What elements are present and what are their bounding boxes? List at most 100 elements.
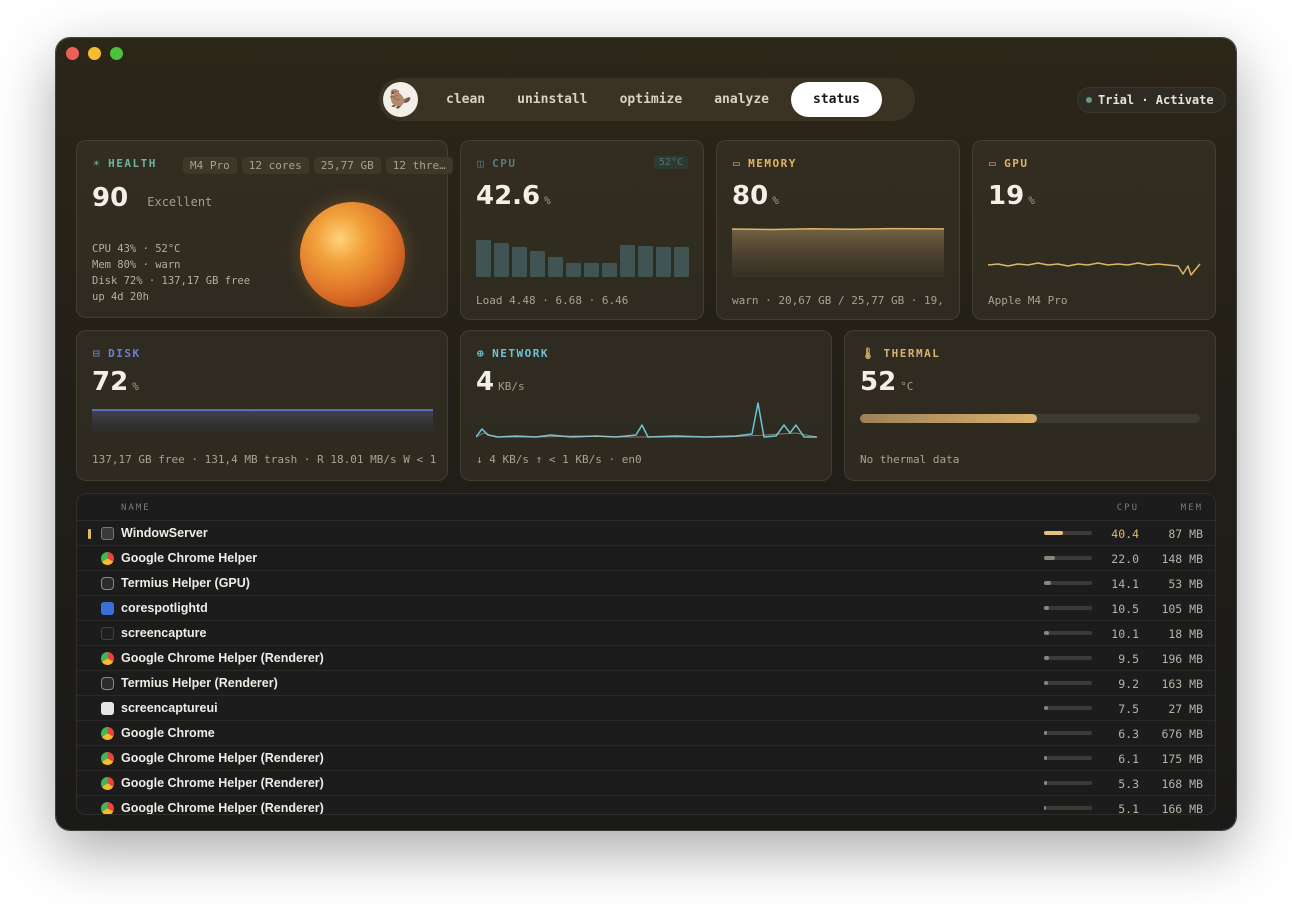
disk-chart — [92, 409, 433, 433]
process-cpu: 5.3 — [1118, 777, 1139, 791]
cpu-history-bar — [656, 247, 671, 277]
thermal-value: 52 — [860, 367, 897, 397]
process-name: Google Chrome Helper (Renderer) — [121, 651, 324, 665]
gpu-chart — [988, 262, 1201, 276]
table-row[interactable]: WindowServer 40.4 87 MB — [77, 521, 1215, 546]
gpu-unit: % — [1028, 194, 1035, 207]
table-row[interactable]: screencaptureui 7.5 27 MB — [77, 696, 1215, 721]
cpu-history-bar — [512, 247, 527, 277]
process-mem: 105 MB — [1161, 602, 1203, 616]
table-row[interactable]: Google Chrome Helper 22.0 148 MB — [77, 546, 1215, 571]
network-chart — [476, 402, 817, 438]
blank-icon — [101, 702, 114, 715]
health-lines: CPU 43% · 52°C Mem 80% · warn Disk 72% ·… — [92, 241, 250, 305]
cpu-temp-badge: 52°C — [653, 156, 688, 169]
cpu-unit: % — [544, 194, 551, 207]
cpu-usage-bar — [1044, 656, 1092, 660]
process-mem: 166 MB — [1161, 802, 1203, 815]
gpu-footer: Apple M4 Pro — [988, 294, 1068, 307]
memory-icon: ▭ — [733, 157, 742, 170]
health-line-cpu: CPU 43% · 52°C — [92, 243, 181, 255]
table-row[interactable]: Google Chrome Helper (Renderer) 9.5 196 MB — [77, 646, 1215, 671]
termius-icon — [101, 577, 114, 590]
health-line-uptime: up 4d 20h — [92, 291, 149, 303]
process-table: NAME CPU MEM WindowServer 40.4 87 MB Google… — [76, 493, 1216, 815]
health-card: ☀ HEALTH M4 Pro 12 cores 25,77 GB 12 thr… — [76, 140, 453, 318]
cpu-usage-fill — [1044, 656, 1049, 660]
column-cpu[interactable]: CPU — [1117, 503, 1139, 513]
nav-optimize[interactable]: optimize — [604, 82, 699, 117]
table-row[interactable]: Google Chrome Helper (Renderer) 5.1 166 MB — [77, 796, 1215, 815]
process-cpu: 6.1 — [1118, 752, 1139, 766]
thermal-title: THERMAL — [883, 347, 941, 360]
health-line-disk: Disk 72% · 137,17 GB free — [92, 275, 251, 287]
cpu-history-bar — [674, 247, 689, 277]
column-mem[interactable]: MEM — [1181, 503, 1203, 513]
cpu-history-bar — [494, 243, 509, 277]
process-name: Termius Helper (Renderer) — [121, 676, 278, 690]
app-logo-icon[interactable]: 🦫 — [383, 82, 418, 117]
terminal-icon — [101, 627, 114, 640]
cpu-history-bar — [584, 263, 599, 277]
table-row[interactable]: Google Chrome 6.3 676 MB — [77, 721, 1215, 746]
health-score-label: Excellent — [147, 195, 213, 209]
cpu-value: 42.6 — [476, 181, 541, 211]
disk-unit: % — [132, 380, 139, 393]
nav-uninstall[interactable]: uninstall — [501, 82, 603, 117]
nav-status[interactable]: status — [791, 82, 882, 117]
table-row[interactable]: screencapture 10.1 18 MB — [77, 621, 1215, 646]
process-cpu: 6.3 — [1118, 727, 1139, 741]
thermal-unit: °C — [900, 380, 914, 393]
column-name[interactable]: NAME — [121, 503, 151, 513]
table-row[interactable]: Google Chrome Helper (Renderer) 6.1 175 MB — [77, 746, 1215, 771]
cpu-history-bars — [476, 237, 689, 277]
memory-unit: % — [772, 194, 779, 207]
disk-card: ⊟ DISK 72% 137,17 GB free · 131,4 MB tra… — [76, 330, 448, 481]
health-line-mem: Mem 80% · warn — [92, 259, 181, 271]
process-name: Google Chrome Helper (Renderer) — [121, 801, 324, 815]
process-cpu: 14.1 — [1111, 577, 1139, 591]
process-mem: 18 MB — [1168, 627, 1203, 641]
minimize-window-button[interactable] — [88, 47, 101, 60]
cpu-history-bar — [602, 263, 617, 277]
cpu-usage-bar — [1044, 556, 1092, 560]
nav-clean[interactable]: clean — [430, 82, 501, 117]
table-row[interactable]: Google Chrome Helper (Renderer) 5.3 168 MB — [77, 771, 1215, 796]
memory-footer: warn · 20,67 GB / 25,77 GB · 19,6… — [732, 294, 944, 307]
process-mem: 168 MB — [1161, 777, 1203, 791]
trial-activate-button[interactable]: Trial · Activate — [1077, 87, 1226, 113]
table-row[interactable]: Termius Helper (GPU) 14.1 53 MB — [77, 571, 1215, 596]
chrome-icon — [101, 777, 114, 790]
process-name: Google Chrome Helper — [121, 551, 258, 565]
network-value: 4 — [476, 367, 495, 397]
cpu-usage-fill — [1044, 706, 1048, 710]
cpu-usage-fill — [1044, 756, 1047, 760]
chrome-icon — [101, 727, 114, 740]
memory-chart — [732, 227, 944, 277]
process-mem: 676 MB — [1161, 727, 1203, 741]
process-cpu: 22.0 — [1111, 552, 1139, 566]
process-mem: 175 MB — [1161, 752, 1203, 766]
close-window-button[interactable] — [66, 47, 79, 60]
network-card: ⊕ NETWORK 4 KB/s ↓ 4 KB/s ↑ < 1 KB/s · en… — [460, 330, 832, 481]
cpu-usage-bar — [1044, 631, 1092, 635]
process-name: WindowServer — [121, 526, 208, 540]
cpu-usage-bar — [1044, 731, 1092, 735]
process-name: Termius Helper (GPU) — [121, 576, 250, 590]
cpu-load-footer: Load 4.48 · 6.68 · 6.46 — [476, 294, 629, 307]
cpu-usage-bar — [1044, 581, 1092, 585]
spotlight-icon — [101, 602, 114, 615]
table-row[interactable]: corespotlightd 10.5 105 MB — [77, 596, 1215, 621]
top-nav: 🦫 clean uninstall optimize analyze statu… — [379, 78, 915, 121]
process-name: screencaptureui — [121, 701, 218, 715]
process-cpu: 7.5 — [1118, 702, 1139, 716]
zoom-window-button[interactable] — [110, 47, 123, 60]
gpu-value: 19 — [988, 181, 1025, 211]
process-mem: 163 MB — [1161, 677, 1203, 691]
cpu-usage-bar — [1044, 781, 1092, 785]
monitor-icon: ▭ — [989, 157, 998, 170]
table-row[interactable]: Termius Helper (Renderer) 9.2 163 MB — [77, 671, 1215, 696]
cpu-usage-fill — [1044, 681, 1049, 685]
memory-title: MEMORY — [748, 157, 797, 170]
nav-analyze[interactable]: analyze — [698, 82, 785, 117]
